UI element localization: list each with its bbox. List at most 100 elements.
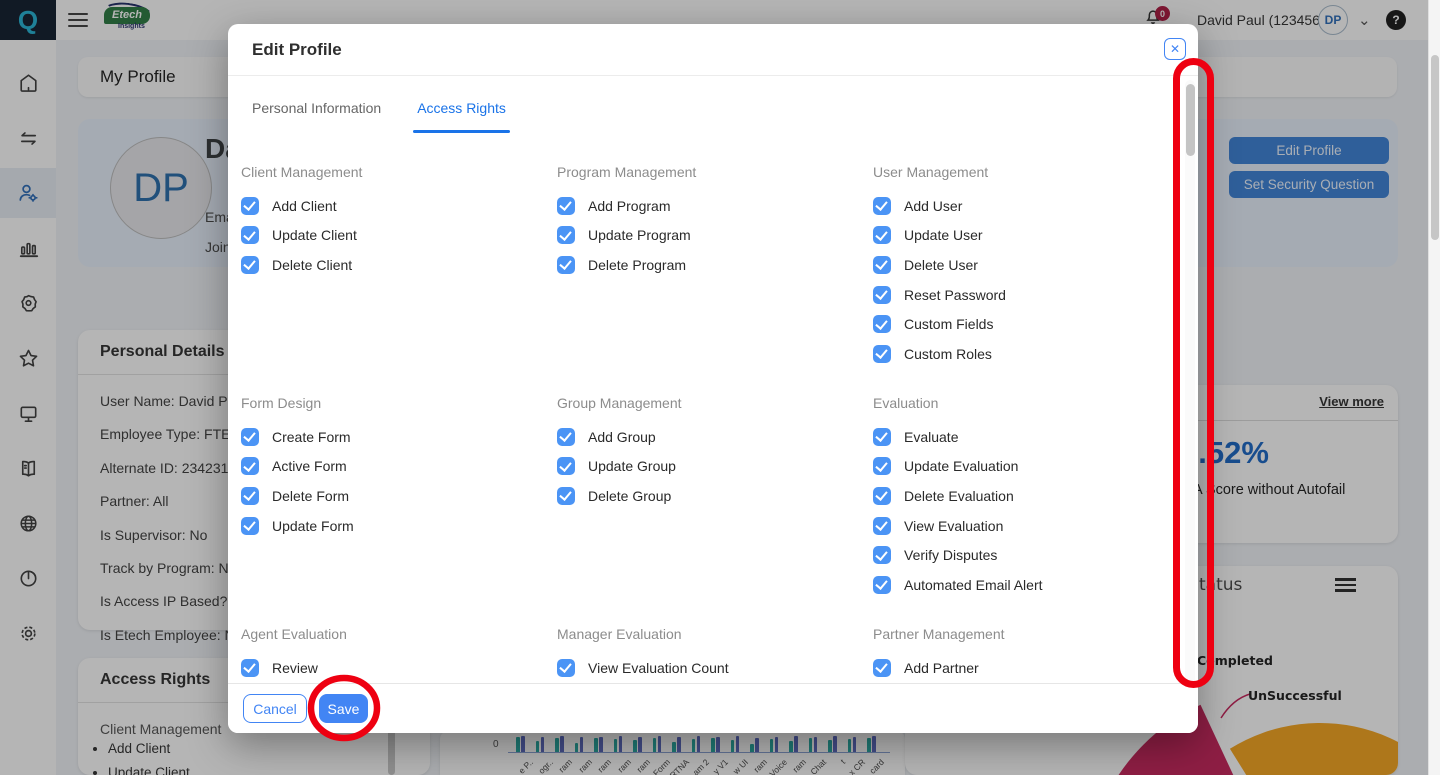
checkbox-active-form[interactable]: Active Form [241,452,541,482]
checked-checkbox-icon[interactable] [557,659,575,677]
page-scrollbar[interactable] [1428,0,1440,775]
checked-checkbox-icon[interactable] [241,256,259,274]
checkbox-delete-evaluation[interactable]: Delete Evaluation [873,481,1173,511]
checked-checkbox-icon[interactable] [557,487,575,505]
checked-checkbox-icon[interactable] [241,457,259,475]
checked-checkbox-icon[interactable] [873,345,891,363]
checked-checkbox-icon[interactable] [241,226,259,244]
checked-checkbox-icon[interactable] [557,197,575,215]
checked-checkbox-icon[interactable] [241,517,259,535]
group-client-management: Client Management Add Client Update Client… [241,164,541,280]
checkbox-label: Add Client [272,198,337,214]
checkbox-add-client[interactable]: Add Client [241,191,541,221]
checked-checkbox-icon[interactable] [873,315,891,333]
checked-checkbox-icon[interactable] [241,659,259,677]
checkbox-verify-disputes[interactable]: Verify Disputes [873,540,1173,570]
checkbox-delete-user[interactable]: Delete User [873,250,1173,280]
group-title: Form Design [241,395,541,415]
checkbox-label: Automated Email Alert [904,577,1043,593]
save-button[interactable]: Save [319,694,368,723]
screen: Q Etech Insights 0 David Paul (123456) D… [0,0,1440,775]
checked-checkbox-icon[interactable] [557,256,575,274]
checkbox-update-group[interactable]: Update Group [557,452,857,482]
modal-body: Client Management Add Client Update Client… [228,24,1186,683]
checked-checkbox-icon[interactable] [873,428,891,446]
checkbox-add-program[interactable]: Add Program [557,191,857,221]
group-program-management: Program Management Add Program Update Prog… [557,164,857,280]
group-title: Client Management [241,164,541,184]
checkbox-label: Verify Disputes [904,547,997,563]
checkbox-automated-email-alert[interactable]: Automated Email Alert [873,570,1173,600]
checkbox-delete-form[interactable]: Delete Form [241,481,541,511]
checked-checkbox-icon[interactable] [873,576,891,594]
checkbox-label: Delete Form [272,488,349,504]
checked-checkbox-icon[interactable] [873,487,891,505]
checkbox-label: Update User [904,227,983,243]
group-manager-evaluation: Manager EvaluationView Evaluation Count [557,626,857,683]
checkbox-label: Delete Client [272,257,352,273]
page-scrollbar-thumb[interactable] [1431,55,1439,240]
checkbox-label: Add User [904,198,962,214]
checkbox-label: View Evaluation Count [588,660,729,676]
checkbox-update-evaluation[interactable]: Update Evaluation [873,452,1173,482]
checkbox-delete-program[interactable]: Delete Program [557,250,857,280]
checkbox-reset-password[interactable]: Reset Password [873,280,1173,310]
checked-checkbox-icon[interactable] [557,428,575,446]
checkbox-update-program[interactable]: Update Program [557,221,857,251]
cancel-button[interactable]: Cancel [243,694,307,723]
checked-checkbox-icon[interactable] [873,197,891,215]
modal-scrollbar-thumb[interactable] [1186,84,1195,156]
checked-checkbox-icon[interactable] [873,286,891,304]
checkbox-add-user[interactable]: Add User [873,191,1173,221]
checkbox-view-evaluation[interactable]: View Evaluation [873,511,1173,541]
checkbox-update-client[interactable]: Update Client [241,221,541,251]
checkbox-label: Reset Password [904,287,1006,303]
checkbox-add-partner[interactable]: Add Partner [873,653,1173,683]
checkbox-label: Custom Roles [904,346,992,362]
group-title: Partner Management [873,626,1173,646]
checkbox-label: Update Program [588,227,691,243]
checked-checkbox-icon[interactable] [873,256,891,274]
checkbox-label: Custom Fields [904,316,993,332]
group-evaluation: Evaluation Evaluate Update Evaluation Delet… [873,395,1173,600]
checkbox-update-form[interactable]: Update Form [241,511,541,541]
group-title: Agent Evaluation [241,626,541,646]
checked-checkbox-icon[interactable] [873,659,891,677]
checkbox-label: Review [272,660,318,676]
checkbox-label: Delete Group [588,488,671,504]
checkbox-label: Update Evaluation [904,458,1018,474]
checked-checkbox-icon[interactable] [241,428,259,446]
group-form-design: Form Design Create Form Active Form Delete … [241,395,541,540]
checkbox-label: Create Form [272,429,351,445]
checked-checkbox-icon[interactable] [557,457,575,475]
checkbox-custom-fields[interactable]: Custom Fields [873,309,1173,339]
checkbox-evaluate[interactable]: Evaluate [873,422,1173,452]
checkbox-custom-roles[interactable]: Custom Roles [873,339,1173,369]
checked-checkbox-icon[interactable] [241,197,259,215]
group-group-management: Group Management Add Group Update Group Del… [557,395,857,511]
checkbox-update-user[interactable]: Update User [873,221,1173,251]
checked-checkbox-icon[interactable] [873,546,891,564]
checkbox-label: Delete User [904,257,978,273]
checked-checkbox-icon[interactable] [557,226,575,244]
checkbox-label: Add Program [588,198,670,214]
group-user-management: User ManagementAdd UserUpdate UserDelete… [873,164,1173,369]
checkbox-add-group[interactable]: Add Group [557,422,857,452]
checked-checkbox-icon[interactable] [241,487,259,505]
checkbox-delete-client[interactable]: Delete Client [241,250,541,280]
checkbox-delete-group[interactable]: Delete Group [557,481,857,511]
checkbox-label: Add Group [588,429,656,445]
checked-checkbox-icon[interactable] [873,226,891,244]
checkbox-view-evaluation-count[interactable]: View Evaluation Count [557,653,857,683]
checkbox-label: Update Group [588,458,676,474]
group-title: Group Management [557,395,857,415]
checked-checkbox-icon[interactable] [873,457,891,475]
group-title: Program Management [557,164,857,184]
checkbox-create-form[interactable]: Create Form [241,422,541,452]
checkbox-review[interactable]: Review [241,653,541,683]
checkbox-label: Delete Program [588,257,686,273]
checkbox-label: Update Form [272,518,354,534]
checked-checkbox-icon[interactable] [873,517,891,535]
modal-scrollbar[interactable] [1185,80,1195,731]
group-title: Evaluation [873,395,1173,415]
